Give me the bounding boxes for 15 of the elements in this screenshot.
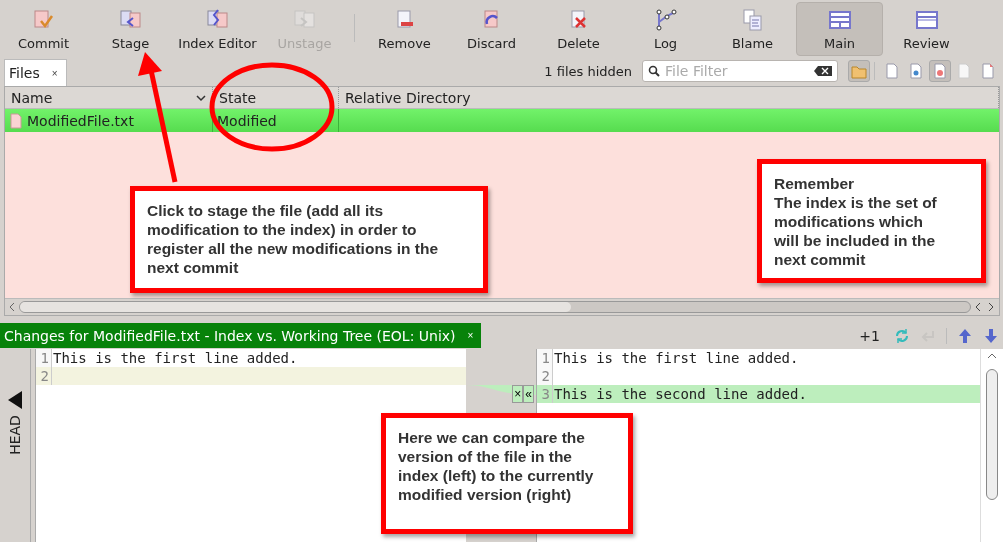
line-number: 3 (537, 385, 553, 403)
callout-title: Remember (774, 174, 856, 193)
hidden-files-count: 1 files hidden (544, 63, 632, 79)
line-number: 2 (36, 367, 52, 385)
change-count: +1 (859, 327, 880, 344)
callout-text: Click to stage the file (add all its modification to the index) in order to register all the new modifications in the next commit (147, 201, 440, 277)
file-state: Modified (217, 112, 277, 129)
side-label: HEAD (7, 415, 23, 455)
line-number: 2 (537, 367, 553, 385)
callout-text: The index is the set of modifications which will be included in the next commit (774, 193, 938, 269)
line-number: 1 (537, 349, 553, 367)
code-line: This is the first line added. (52, 349, 299, 367)
code-line: This is the first line added. (553, 349, 800, 367)
file-name: ModifiedFile.txt (27, 112, 134, 129)
line-number: 1 (36, 349, 52, 367)
